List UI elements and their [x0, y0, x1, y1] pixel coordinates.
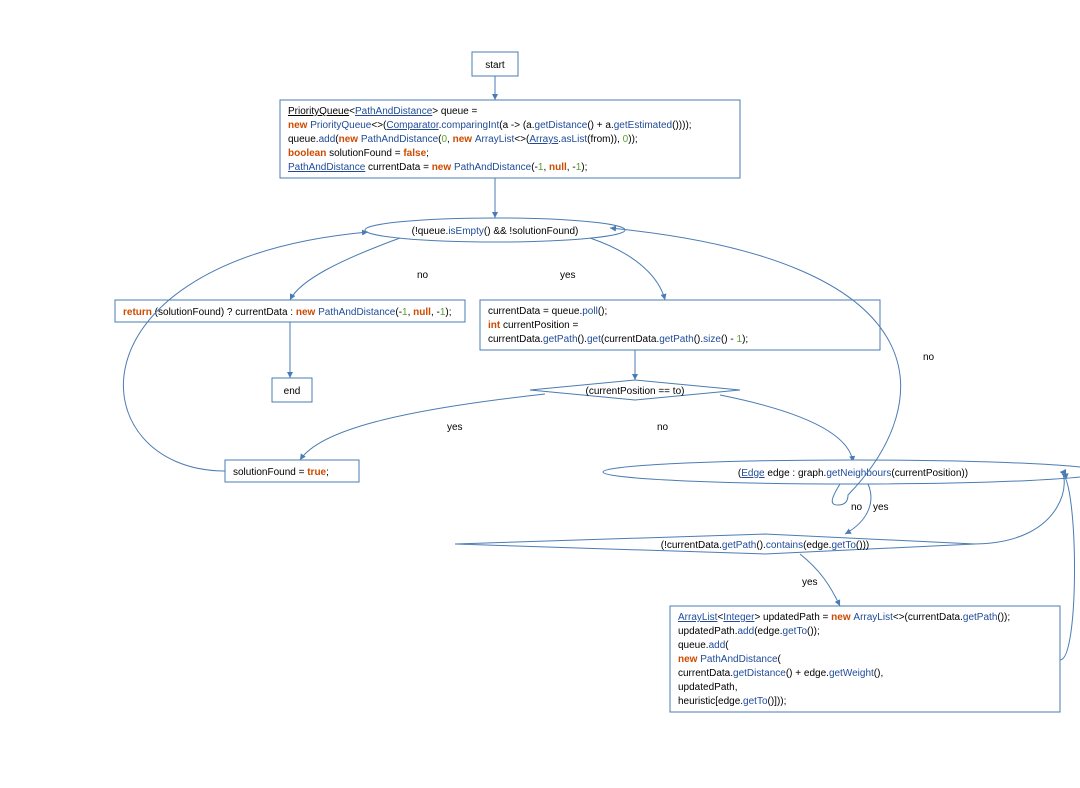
edge-label-yes-1: yes: [560, 270, 576, 281]
enq-line2: updatedPath.add(edge.getTo());: [678, 626, 820, 637]
enq-line5: currentData.getDistance() + edge.getWeig…: [678, 668, 883, 679]
end-label: end: [284, 386, 301, 397]
init-line3: queue.add(new PathAndDistance(0, new Arr…: [288, 134, 638, 145]
poll-line2: int currentPosition =: [488, 320, 578, 331]
edge-label-yes-4: yes: [802, 577, 818, 588]
setfound-text: solutionFound = true;: [233, 467, 329, 478]
return-text: return (solutionFound) ? currentData : n…: [123, 307, 452, 318]
enq-line1: ArrayList<Integer> updatedPath = new Arr…: [678, 612, 1010, 623]
atgoal-text: (currentPosition == to): [586, 386, 685, 397]
loop-cond-text: (!queue.isEmpty() && !solutionFound): [412, 226, 579, 237]
edge-label-no-3: no: [851, 502, 863, 513]
edge-label-no-3b: no: [923, 352, 935, 363]
poll-line1: currentData = queue.poll();: [488, 306, 607, 317]
enq-line4: new PathAndDistance(: [678, 654, 782, 665]
init-line4: boolean solutionFound = false;: [288, 148, 429, 159]
poll-line3: currentData.getPath().get(currentData.ge…: [488, 334, 748, 345]
enq-line6: updatedPath,: [678, 682, 738, 693]
edge-label-yes-2: yes: [447, 422, 463, 433]
foredges-text: (Edge edge : graph.getNeighbours(current…: [738, 468, 968, 479]
enq-line7: heuristic[edge.getTo()]));: [678, 696, 786, 707]
edge-label-yes-3: yes: [873, 502, 889, 513]
init-line2: new PriorityQueue<>(Comparator.comparing…: [288, 120, 692, 131]
edge-label-no-2: no: [657, 422, 669, 433]
enq-line3: queue.add(: [678, 640, 729, 651]
init-line1: PriorityQueue<PathAndDistance> queue =: [288, 106, 477, 117]
init-line5: PathAndDistance currentData = new PathAn…: [288, 162, 587, 173]
start-label: start: [485, 60, 505, 71]
notvisited-text: (!currentData.getPath().contains(edge.ge…: [661, 540, 869, 551]
edge-label-no-1: no: [417, 270, 429, 281]
flowchart-diagram: start PriorityQueue<PathAndDistance> que…: [0, 0, 1080, 788]
